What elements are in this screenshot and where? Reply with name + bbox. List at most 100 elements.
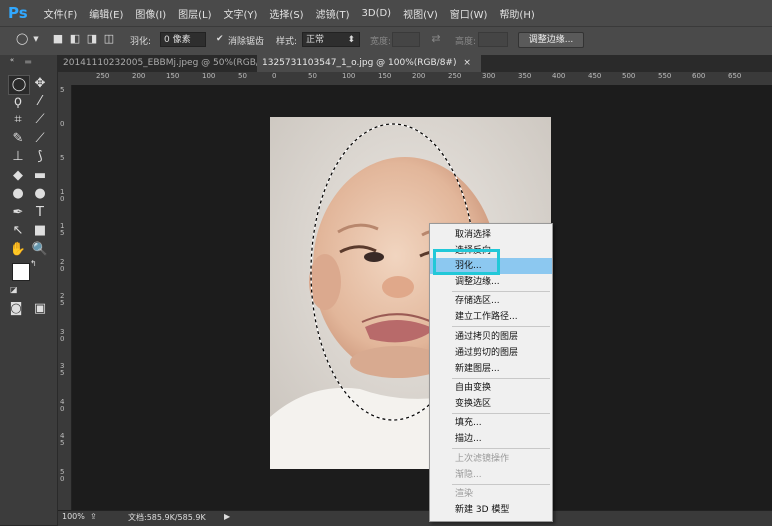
ruler-label: 100	[342, 72, 356, 80]
intersect-selection-icon[interactable]: ◫	[103, 33, 115, 45]
ruler-label: 1 0	[60, 188, 65, 203]
ruler-label: 5	[60, 86, 65, 94]
menu-item-stroke[interactable]: 描边...	[430, 431, 552, 447]
quick-mask-icon[interactable]: ◙	[6, 300, 26, 318]
zoom-level[interactable]: 100%	[62, 512, 85, 521]
blur-tool-icon[interactable]: ●	[8, 185, 28, 203]
menu-item-make-work-path[interactable]: 建立工作路径...	[430, 309, 552, 325]
menu-item-fade: 渐隐...	[455, 470, 482, 480]
menu-help[interactable]: 帮助(H)	[493, 6, 540, 21]
ruler-label: 350	[518, 72, 532, 80]
menu-type[interactable]: 文字(Y)	[218, 6, 264, 21]
history-brush-tool-icon[interactable]: ⟆	[30, 148, 50, 166]
tools-panel: « ▬ ◯ ✥ ϙ ⁄ ⌗ ⟋ ✎ ⟋ ⊥ ⟆ ◆ ▬ ● ● ✒ T ↖ ■ …	[0, 55, 58, 525]
menu-3d[interactable]: 3D(D)	[356, 8, 398, 19]
rectangle-tool-icon[interactable]: ■	[30, 222, 50, 240]
hand-tool-icon[interactable]: ✋	[8, 241, 28, 259]
tab-document-2[interactable]: 1325731103547_1_o.jpg @ 100%(RGB/8#) ×	[257, 55, 481, 72]
quick-selection-tool-icon[interactable]: ⁄	[30, 93, 50, 111]
eyedropper-tool-icon[interactable]: ⟋	[30, 111, 50, 129]
style-value: 正常	[306, 35, 325, 45]
menu-separator	[452, 291, 550, 292]
ellipse-marquee-tool-icon[interactable]: ◯	[8, 75, 30, 95]
grip-icon[interactable]: ▬	[18, 58, 38, 66]
subtract-selection-icon[interactable]: ◨	[86, 33, 98, 45]
ruler-label: 650	[728, 72, 742, 80]
menu-separator	[452, 326, 550, 327]
ruler-label: 300	[482, 72, 496, 80]
vertical-ruler: 5 0 5 1 0 1 5 2 0 2 5 3 0 3 5 4 0 4 5 5 …	[58, 85, 72, 510]
width-field[interactable]	[392, 32, 420, 47]
default-colors-icon[interactable]: ◪	[10, 285, 18, 294]
chevron-updown-icon: ⬍	[347, 35, 355, 45]
menu-item-deselect[interactable]: 取消选择	[430, 227, 552, 243]
swap-icon[interactable]: ⇄	[430, 33, 442, 45]
type-tool-icon[interactable]: T	[30, 204, 50, 222]
document-size: 文档:585.9K/585.9K	[128, 513, 206, 522]
move-tool-icon[interactable]: ✥	[30, 75, 50, 93]
menu-item-new-layer[interactable]: 新建图层...	[430, 361, 552, 377]
eraser-tool-icon[interactable]: ◆	[8, 167, 28, 185]
ruler-label: 50	[308, 72, 317, 80]
ruler-label: 450	[588, 72, 602, 80]
menu-view[interactable]: 视图(V)	[397, 6, 444, 21]
menu-item-new-3d-model[interactable]: 新建 3D 模型	[430, 502, 552, 518]
height-field[interactable]	[478, 32, 508, 47]
add-selection-icon[interactable]: ◧	[69, 33, 81, 45]
share-icon[interactable]: ⇪	[90, 512, 97, 521]
menu-window[interactable]: 窗口(W)	[444, 6, 494, 21]
ellipse-marquee-icon[interactable]: ◯	[16, 33, 28, 45]
menu-bar: Ps 文件(F) 编辑(E) 图像(I) 图层(L) 文字(Y) 选择(S) 滤…	[0, 0, 772, 26]
ruler-label: 5 0	[60, 468, 65, 483]
horizontal-ruler: 250 200 150 100 50 0 50 100 150 200 250 …	[58, 72, 772, 86]
swap-colors-icon[interactable]: ↰	[30, 259, 37, 268]
antialias-checkbox-icon[interactable]: ✔	[216, 34, 224, 44]
close-icon[interactable]: ×	[463, 58, 471, 68]
lasso-tool-icon[interactable]: ϙ	[8, 93, 28, 111]
tab-document-1[interactable]: 20141110232005_EBBMj.jpeg @ 50%(RGB/8) ×	[58, 55, 283, 72]
menu-filter[interactable]: 滤镜(T)	[310, 6, 356, 21]
ruler-label: 2 5	[60, 292, 65, 307]
menu-item-refine-edge[interactable]: 调整边缘...	[430, 274, 552, 290]
feather-field[interactable]: 0 像素	[160, 32, 206, 47]
menu-edit[interactable]: 编辑(E)	[83, 6, 129, 21]
menu-separator	[452, 378, 550, 379]
menu-item-last-filter: 上次滤镜操作	[455, 454, 510, 464]
style-label: 样式:	[276, 37, 298, 47]
crop-tool-icon[interactable]: ⌗	[8, 111, 28, 129]
brush-tool-icon[interactable]: ⟋	[30, 130, 50, 148]
ruler-label: 250	[448, 72, 462, 80]
menu-item-fill[interactable]: 填充...	[430, 415, 552, 431]
tab-label: 1325731103547_1_o.jpg @ 100%(RGB/8#)	[262, 58, 457, 68]
feather-label: 羽化:	[130, 37, 152, 47]
dodge-tool-icon[interactable]: ●	[30, 185, 50, 203]
menu-file[interactable]: 文件(F)	[38, 6, 84, 21]
menu-item-layer-via-copy[interactable]: 通过拷贝的图层	[430, 329, 552, 345]
clone-stamp-tool-icon[interactable]: ⊥	[8, 148, 28, 166]
ruler-label: 500	[622, 72, 636, 80]
menu-item-transform-selection[interactable]: 变换选区	[430, 396, 552, 412]
path-selection-tool-icon[interactable]: ↖	[8, 222, 28, 240]
menu-item-layer-via-cut[interactable]: 通过剪切的图层	[430, 345, 552, 361]
ruler-label: 150	[166, 72, 180, 80]
menu-item-free-transform[interactable]: 自由变换	[430, 380, 552, 396]
status-menu-arrow-icon[interactable]: ▶	[224, 512, 230, 521]
menu-select[interactable]: 选择(S)	[263, 6, 309, 21]
menu-layer[interactable]: 图层(L)	[172, 6, 217, 21]
ruler-label: 100	[202, 72, 216, 80]
healing-brush-tool-icon[interactable]: ✎	[8, 130, 28, 148]
new-selection-icon[interactable]: ■	[52, 33, 64, 45]
ruler-label: 400	[552, 72, 566, 80]
foreground-color-swatch[interactable]	[12, 263, 30, 281]
chevron-down-icon[interactable]: ▼	[30, 33, 42, 45]
ruler-label: 550	[658, 72, 672, 80]
menu-item-save-selection[interactable]: 存储选区...	[430, 293, 552, 309]
zoom-tool-icon[interactable]: 🔍	[30, 241, 50, 259]
ruler-label: 4 5	[60, 432, 65, 447]
refine-edge-button[interactable]: 调整边缘...	[518, 32, 584, 48]
gradient-tool-icon[interactable]: ▬	[30, 167, 50, 185]
pen-tool-icon[interactable]: ✒	[8, 204, 28, 222]
menu-image[interactable]: 图像(I)	[129, 6, 172, 21]
style-select[interactable]: 正常 ⬍	[302, 32, 360, 47]
screen-mode-icon[interactable]: ▣	[30, 300, 50, 318]
